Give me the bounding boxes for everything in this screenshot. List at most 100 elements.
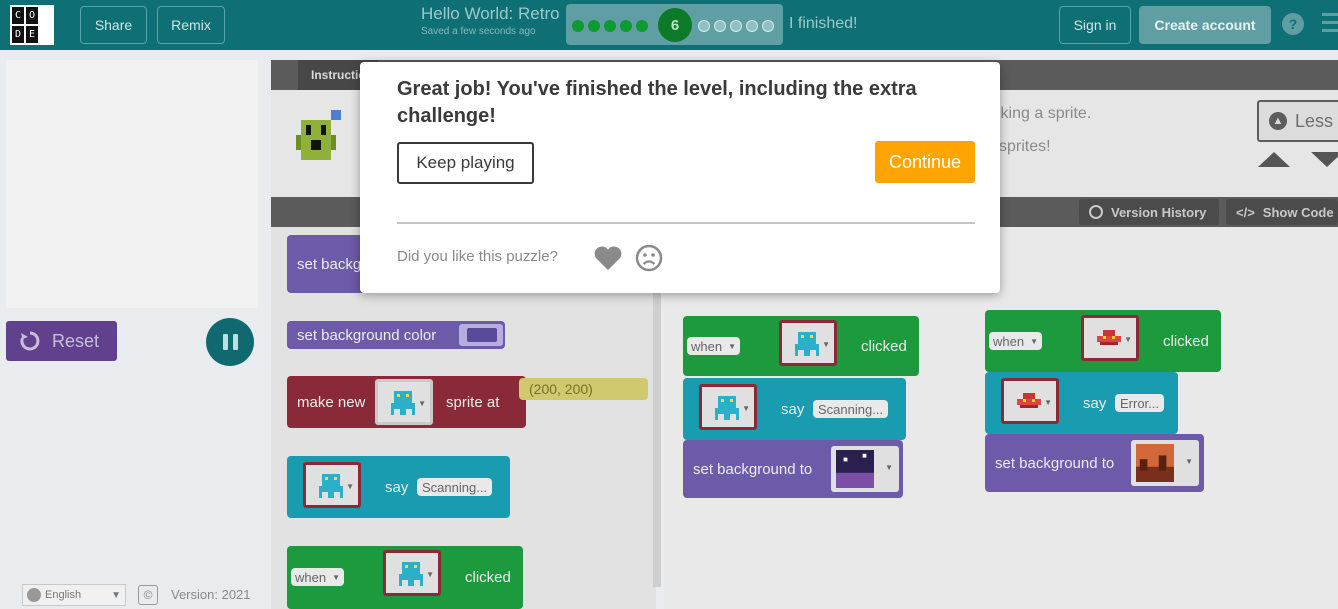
remix-button[interactable]: Remix xyxy=(157,6,225,44)
set-background-color-block[interactable]: set background color xyxy=(287,321,505,349)
block-label: say xyxy=(1083,394,1107,412)
sprite-picker[interactable]: ▼ xyxy=(375,379,433,425)
when-clicked-block[interactable]: when ▼ ▼ clicked xyxy=(683,316,919,376)
background-picker[interactable]: ▼ xyxy=(1131,440,1199,486)
event-dropdown[interactable]: when ▼ xyxy=(989,332,1042,350)
scroll-up-arrow-icon[interactable] xyxy=(1258,152,1290,167)
coordinate-input[interactable]: (200, 200) xyxy=(519,378,648,400)
progress-dot-todo[interactable] xyxy=(714,20,726,32)
caret-down-icon: ▼ xyxy=(1044,398,1052,407)
sign-in-button[interactable]: Sign in xyxy=(1059,6,1131,44)
say-block[interactable]: ▼ say Error... xyxy=(985,372,1178,434)
logo-blank xyxy=(40,7,52,24)
block-label: set background to xyxy=(693,460,813,478)
alien-sprite-icon xyxy=(795,332,819,356)
code-org-logo[interactable]: C O D E xyxy=(10,5,54,45)
caret-down-icon: ▼ xyxy=(426,570,434,579)
progress-dot-done[interactable] xyxy=(588,20,600,32)
version-history-button[interactable]: Version History xyxy=(1079,199,1219,225)
event-dropdown[interactable]: when ▼ xyxy=(291,568,344,586)
language-select[interactable]: English ▼ xyxy=(22,584,126,606)
sprite-picker[interactable]: ▼ xyxy=(699,384,757,430)
say-text-input[interactable]: Error... xyxy=(1115,394,1165,412)
background-picker[interactable]: ▼ xyxy=(831,446,899,492)
say-block[interactable]: ▼ say Scanning... xyxy=(683,378,906,440)
top-header: C O D E Share Remix Hello World: Retro S… xyxy=(0,0,1338,50)
alien-sprite-icon xyxy=(715,396,739,420)
hamburger-menu-icon[interactable] xyxy=(1322,13,1338,35)
block-label: clicked xyxy=(1163,332,1209,350)
caret-down-icon: ▼ xyxy=(1185,457,1193,466)
progress-dot-done[interactable] xyxy=(636,20,648,32)
reset-button[interactable]: Reset xyxy=(6,321,117,361)
caret-down-icon: ▼ xyxy=(885,463,893,472)
when-clicked-block[interactable]: when ▼ ▼ clicked xyxy=(287,546,523,609)
caret-down-icon: ▼ xyxy=(728,341,736,351)
sprite-picker[interactable]: ▼ xyxy=(1001,378,1059,424)
version-text: Version: 2021 xyxy=(171,587,251,602)
say-text-input[interactable]: Scanning... xyxy=(813,400,889,418)
progress-dot-todo[interactable] xyxy=(730,20,742,32)
scroll-down-arrow-icon[interactable] xyxy=(1311,152,1338,167)
logo-letter: E xyxy=(26,26,38,43)
show-code-button[interactable]: </> Show Code xyxy=(1226,199,1338,225)
help-button[interactable]: ? xyxy=(1282,13,1304,35)
level-complete-dialog: Great job! You've finished the level, in… xyxy=(360,62,1000,293)
set-background-to-block[interactable]: set background to ▼ xyxy=(985,434,1204,492)
game-visualization[interactable] xyxy=(6,60,258,308)
pause-button[interactable] xyxy=(206,318,254,366)
frown-face-icon[interactable] xyxy=(635,244,663,272)
sprite-picker[interactable]: ▼ xyxy=(383,550,441,596)
caret-down-icon: ▼ xyxy=(742,404,750,413)
progress-dot-todo[interactable] xyxy=(762,20,774,32)
progress-dot-done[interactable] xyxy=(572,20,584,32)
space-background-thumbnail-icon xyxy=(836,450,874,488)
create-account-button[interactable]: Create account xyxy=(1139,6,1271,44)
heart-icon[interactable] xyxy=(593,245,623,271)
finished-link[interactable]: I finished! xyxy=(789,15,857,33)
progress-dot-todo[interactable] xyxy=(698,20,710,32)
sprite-picker[interactable]: ▼ xyxy=(1081,315,1139,361)
less-button[interactable]: ▲ Less xyxy=(1257,100,1338,142)
page-footer: English ▼ © Version: 2021 xyxy=(0,577,270,609)
event-dropdown[interactable]: when ▼ xyxy=(687,337,740,355)
block-label: sprite at xyxy=(446,393,500,411)
block-label: say xyxy=(781,400,805,418)
make-new-sprite-block[interactable]: make new ▼ sprite at xyxy=(287,376,526,428)
block-label: set background color xyxy=(297,326,437,344)
sprite-picker[interactable]: ▼ xyxy=(303,462,361,508)
reset-label: Reset xyxy=(52,330,100,351)
copyright-button[interactable]: © xyxy=(138,585,158,605)
dropdown-value: when xyxy=(295,569,327,585)
share-button[interactable]: Share xyxy=(80,6,147,44)
saved-status: Saved a few seconds ago xyxy=(421,26,536,37)
dropdown-value: when xyxy=(993,333,1025,349)
current-level-bubble[interactable]: 6 xyxy=(658,8,692,42)
alien-sprite-icon xyxy=(391,391,415,415)
globe-icon xyxy=(27,588,41,602)
sprite-picker[interactable]: ▼ xyxy=(779,320,837,366)
reset-icon xyxy=(20,331,40,351)
color-swatch[interactable] xyxy=(459,324,503,346)
continue-button[interactable]: Continue xyxy=(875,141,975,183)
keep-playing-button[interactable]: Keep playing xyxy=(397,142,534,184)
code-icon: </> xyxy=(1236,204,1255,220)
set-background-to-block[interactable]: set background to ▼ xyxy=(683,440,903,498)
instruction-line-2: sprites! xyxy=(999,138,1051,155)
instruction-line-1: icking a sprite. xyxy=(989,105,1092,122)
say-block[interactable]: ▼ say Scanning... xyxy=(287,456,510,518)
alien-sprite-icon xyxy=(399,562,423,586)
when-clicked-block[interactable]: when ▼ ▼ clicked xyxy=(985,310,1221,372)
progress-dot-done[interactable] xyxy=(620,20,632,32)
say-text-input[interactable]: Scanning... xyxy=(417,478,493,496)
progress-dot-todo[interactable] xyxy=(746,20,758,32)
dropdown-value: when xyxy=(691,338,723,354)
language-value: English xyxy=(45,589,82,601)
progress-dot-done[interactable] xyxy=(604,20,616,32)
level-progress: 6 xyxy=(566,4,783,45)
caret-down-icon: ▼ xyxy=(418,399,426,408)
bot-avatar-icon xyxy=(296,110,341,160)
logo-letter: D xyxy=(12,26,24,43)
city-background-thumbnail-icon xyxy=(1136,444,1174,482)
version-history-label: Version History xyxy=(1111,204,1207,220)
